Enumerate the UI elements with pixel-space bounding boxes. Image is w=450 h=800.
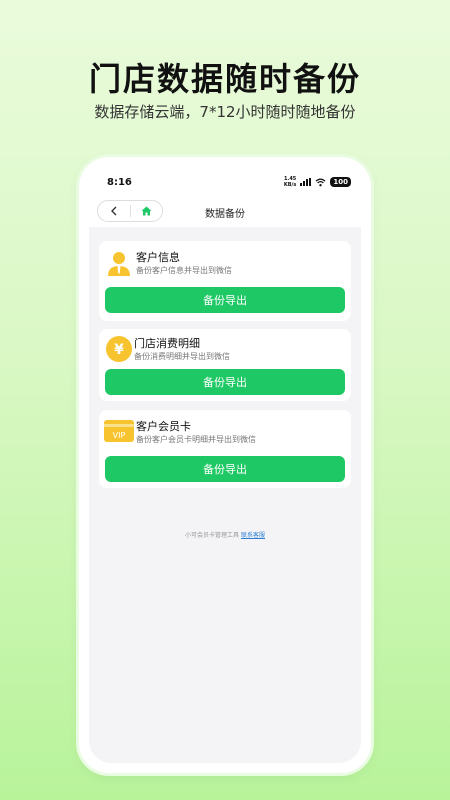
card-title: 客户信息 [136, 251, 180, 264]
promo-subheadline: 数据存储云端，7*12小时随时随地备份 [94, 103, 356, 121]
status-time: 8:16 [107, 176, 132, 188]
phone-screen: 8:16 1.45 KB/s 100 数据备份 客户信息 备份客户信息并导出到微… [89, 167, 361, 763]
user-icon [108, 252, 130, 276]
footer-text: 小可会员卡管理工具 [185, 532, 240, 539]
wifi-icon [315, 177, 326, 186]
card-description: 备份客户会员卡明细并导出到微信 [136, 435, 256, 444]
nav-bar: 数据备份 [89, 197, 361, 227]
backup-export-button[interactable]: 备份导出 [105, 287, 345, 313]
card-title: 客户会员卡 [136, 420, 191, 433]
promo-headline: 门店数据随时备份 [88, 60, 361, 98]
backup-export-button[interactable]: 备份导出 [105, 369, 345, 395]
status-bar: 8:16 1.45 KB/s 100 [89, 167, 361, 197]
backup-export-button[interactable]: 备份导出 [105, 456, 345, 482]
chevron-left-icon [110, 206, 117, 216]
page-title: 数据备份 [205, 208, 245, 220]
card-customer-info: 客户信息 备份客户信息并导出到微信 备份导出 [99, 241, 351, 321]
home-button[interactable] [130, 201, 162, 221]
nav-capsule [97, 200, 163, 222]
network-speed: 1.45 KB/s [283, 176, 297, 188]
card-store-consumption: ¥ 门店消费明细 备份消费明细并导出到微信 备份导出 [99, 329, 351, 401]
yuan-coin-icon: ¥ [106, 336, 132, 362]
back-button[interactable] [98, 201, 130, 221]
card-title: 门店消费明细 [134, 337, 200, 350]
home-icon [141, 206, 152, 216]
card-description: 备份消费明细并导出到微信 [134, 352, 230, 361]
footer: 小可会员卡管理工具 联系客服 [89, 530, 361, 539]
contact-support-link[interactable]: 联系客服 [241, 532, 265, 539]
vip-card-icon: VIP [104, 420, 134, 442]
svg-text:VIP: VIP [113, 431, 126, 440]
signal-icon [300, 178, 312, 186]
svg-text:¥: ¥ [114, 342, 124, 358]
status-icons: 1.45 KB/s 100 [284, 176, 351, 188]
card-member-card: VIP 客户会员卡 备份客户会员卡明细并导出到微信 备份导出 [99, 410, 351, 488]
card-description: 备份客户信息并导出到微信 [136, 266, 232, 275]
battery-icon: 100 [330, 177, 351, 187]
phone-frame: 8:16 1.45 KB/s 100 数据备份 客户信息 备份客户信息并导出到微… [79, 157, 371, 773]
